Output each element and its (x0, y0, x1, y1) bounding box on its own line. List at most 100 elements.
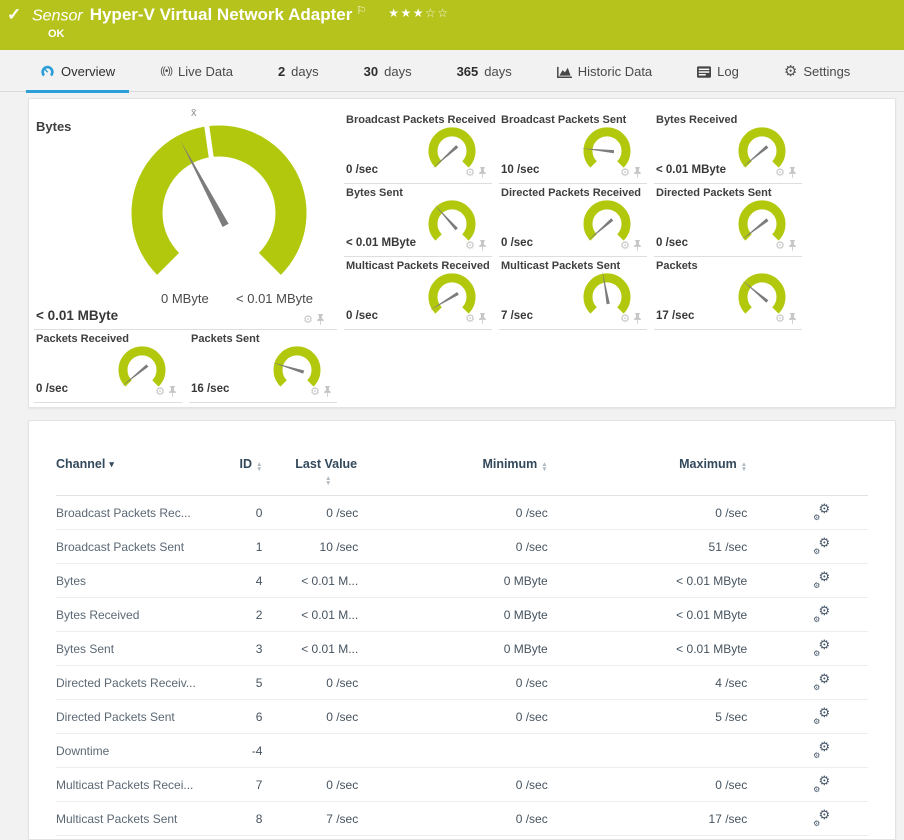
gear-icon[interactable]: ⚙ (775, 314, 785, 325)
settings-icon: ⚙ (783, 63, 798, 80)
tab-live-data[interactable]: ((•)) Live Data (160, 50, 233, 93)
gear-icon[interactable]: ⚙ (155, 387, 165, 398)
tab-overview[interactable]: Overview (25, 50, 130, 93)
pin-icon[interactable] (478, 313, 487, 325)
cell-channel: Broadcast Packets Sent (56, 539, 185, 554)
tab-log[interactable]: Log (697, 50, 739, 93)
channel-row-downtime[interactable]: Downtime -4 ⚙ ⚙ (56, 734, 868, 768)
gauge-actions: ⚙ (620, 167, 642, 179)
gauge-cell-packets-sent[interactable]: Packets Sent 16 /sec ⚙ (189, 330, 337, 403)
channel-settings-icon[interactable]: ⚙ ⚙ (813, 740, 830, 760)
channel-row-multicast-packets-recei[interactable]: Multicast Packets Recei... 7 0 /sec 0 /s… (56, 768, 868, 802)
channel-settings-icon[interactable]: ⚙ ⚙ (813, 502, 830, 522)
sensor-status-badge: OK (48, 28, 65, 40)
column-header-channel[interactable]: Channel ▾ (56, 457, 221, 471)
gauge-cell-directed-packets-received[interactable]: Directed Packets Received 0 /sec ⚙ (499, 184, 647, 257)
channel-settings-icon[interactable]: ⚙ ⚙ (813, 672, 830, 692)
gear-icon[interactable]: ⚙ (620, 168, 630, 179)
pin-icon[interactable] (478, 167, 487, 179)
cell-channel: Bytes Received (56, 607, 140, 622)
cell-last-value: 0 /sec (326, 505, 359, 520)
column-header-minimum[interactable]: Minimum ▲ ▼ (358, 457, 547, 472)
gauge-cell-packets[interactable]: Packets 17 /sec ⚙ (654, 257, 802, 330)
tab-label: days (291, 64, 319, 79)
gauge-actions: ⚙ (465, 313, 487, 325)
gear-icon[interactable]: ⚙ (620, 241, 630, 252)
pin-icon[interactable] (633, 313, 642, 325)
pin-icon[interactable] (788, 167, 797, 179)
gear-icon[interactable]: ⚙ (775, 168, 785, 179)
pin-icon[interactable] (168, 386, 177, 398)
priority-stars[interactable]: ★★★☆☆ (388, 6, 449, 20)
gauge-cell-broadcast-packets-received[interactable]: Broadcast Packets Received 0 /sec ⚙ (344, 111, 496, 184)
gauge-cell-broadcast-packets-sent[interactable]: Broadcast Packets Sent 10 /sec ⚙ (499, 111, 647, 184)
cell-minimum: 0 /sec (515, 811, 548, 826)
cell-last-value: 10 /sec (319, 539, 359, 554)
channel-settings-icon[interactable]: ⚙ ⚙ (813, 774, 830, 794)
column-header-last-value[interactable]: Last Value ▲ ▼ (262, 457, 358, 486)
gear-icon[interactable]: ⚙ (465, 314, 475, 325)
sensor-label: Sensor (32, 7, 83, 25)
tab-30-days[interactable]: 30 days (364, 50, 412, 93)
cell-minimum: 0 /sec (515, 777, 548, 792)
pin-icon[interactable] (633, 167, 642, 179)
channel-row-directed-packets-sent[interactable]: Directed Packets Sent 6 0 /sec 0 /sec 5 … (56, 700, 868, 734)
cell-minimum: 0 /sec (515, 539, 548, 554)
gauge-cell-multicast-packets-received[interactable]: Multicast Packets Received 0 /sec ⚙ (344, 257, 492, 330)
cell-id: 7 (255, 777, 263, 792)
column-header-maximum[interactable]: Maximum ▲ ▼ (548, 457, 747, 472)
overview-icon (40, 64, 55, 79)
cell-last-value: 0 /sec (326, 777, 359, 792)
cell-last-value: 7 /sec (326, 811, 359, 826)
pin-icon[interactable] (323, 386, 332, 398)
pin-icon[interactable] (788, 313, 797, 325)
gauge-cell-packets-received[interactable]: Packets Received 0 /sec ⚙ (34, 330, 182, 403)
sort-active-icon: ▾ (109, 459, 114, 469)
pin-icon[interactable] (316, 314, 325, 326)
channel-settings-icon[interactable]: ⚙ ⚙ (813, 808, 830, 828)
live-icon: ((•)) (160, 66, 173, 77)
cell-id: 4 (255, 573, 263, 588)
gauge-cell-multicast-packets-sent[interactable]: Multicast Packets Sent 7 /sec ⚙ (499, 257, 647, 330)
gauge-value: < 0.01 MByte (656, 164, 726, 176)
gear-icon[interactable]: ⚙ (465, 168, 475, 179)
pin-icon[interactable] (633, 240, 642, 252)
channel-row-multicast-packets-sent[interactable]: Multicast Packets Sent 8 7 /sec 0 /sec 1… (56, 802, 868, 836)
cell-id: 0 (255, 505, 263, 520)
channel-settings-icon[interactable]: ⚙ ⚙ (813, 638, 830, 658)
gear-icon[interactable]: ⚙ (303, 315, 313, 326)
column-header-id[interactable]: ID ▲ ▼ (221, 457, 263, 472)
status-check-icon: ✓ (7, 5, 22, 24)
flag-icon[interactable]: ⚐ (356, 5, 366, 17)
pin-icon[interactable] (478, 240, 487, 252)
channel-settings-icon[interactable]: ⚙ ⚙ (813, 570, 830, 590)
gauge-cell-directed-packets-sent[interactable]: Directed Packets Sent 0 /sec ⚙ (654, 184, 802, 257)
tab-settings[interactable]: ⚙ Settings (784, 50, 850, 93)
channel-row-bytes-sent[interactable]: Bytes Sent 3 < 0.01 M... 0 MByte < 0.01 … (56, 632, 868, 666)
channel-settings-icon[interactable]: ⚙ ⚙ (813, 536, 830, 556)
channel-row-directed-packets-receiv[interactable]: Directed Packets Receiv... 5 0 /sec 0 /s… (56, 666, 868, 700)
gear-icon[interactable]: ⚙ (310, 387, 320, 398)
gear-icon[interactable]: ⚙ (465, 241, 475, 252)
cell-maximum: 4 /sec (715, 675, 748, 690)
channel-row-bytes-received[interactable]: Bytes Received 2 < 0.01 M... 0 MByte < 0… (56, 598, 868, 632)
gauge-cell-bytes-received[interactable]: Bytes Received < 0.01 MByte ⚙ (654, 111, 802, 184)
cell-maximum: 0 /sec (715, 505, 748, 520)
gear-icon[interactable]: ⚙ (620, 314, 630, 325)
tab-historic-data[interactable]: Historic Data (556, 50, 652, 93)
gauge-value: 0 /sec (346, 310, 378, 322)
channel-row-bytes[interactable]: Bytes 4 < 0.01 M... 0 MByte < 0.01 MByte… (56, 564, 868, 598)
channel-settings-icon[interactable]: ⚙ ⚙ (813, 706, 830, 726)
gauge-title: Packets (656, 260, 698, 272)
channel-row-broadcast-packets-sent[interactable]: Broadcast Packets Sent 1 10 /sec 0 /sec … (56, 530, 868, 564)
gauge-cell-bytes-sent[interactable]: Bytes Sent < 0.01 MByte ⚙ (344, 184, 492, 257)
channel-row-broadcast-packets-rec[interactable]: Broadcast Packets Rec... 0 0 /sec 0 /sec… (56, 496, 868, 530)
tab-label: Log (717, 64, 739, 79)
sensor-title: Hyper-V Virtual Network Adapter (89, 5, 353, 25)
gauge-cell-bytes[interactable]: Bytes x̄ 0 MByte < 0.01 MByte < 0.01 MBy… (34, 107, 337, 330)
gear-icon[interactable]: ⚙ (775, 241, 785, 252)
tab-2-days[interactable]: 2 days (278, 50, 319, 93)
tab-365-days[interactable]: 365 days (457, 50, 512, 93)
channel-settings-icon[interactable]: ⚙ ⚙ (813, 604, 830, 624)
pin-icon[interactable] (788, 240, 797, 252)
